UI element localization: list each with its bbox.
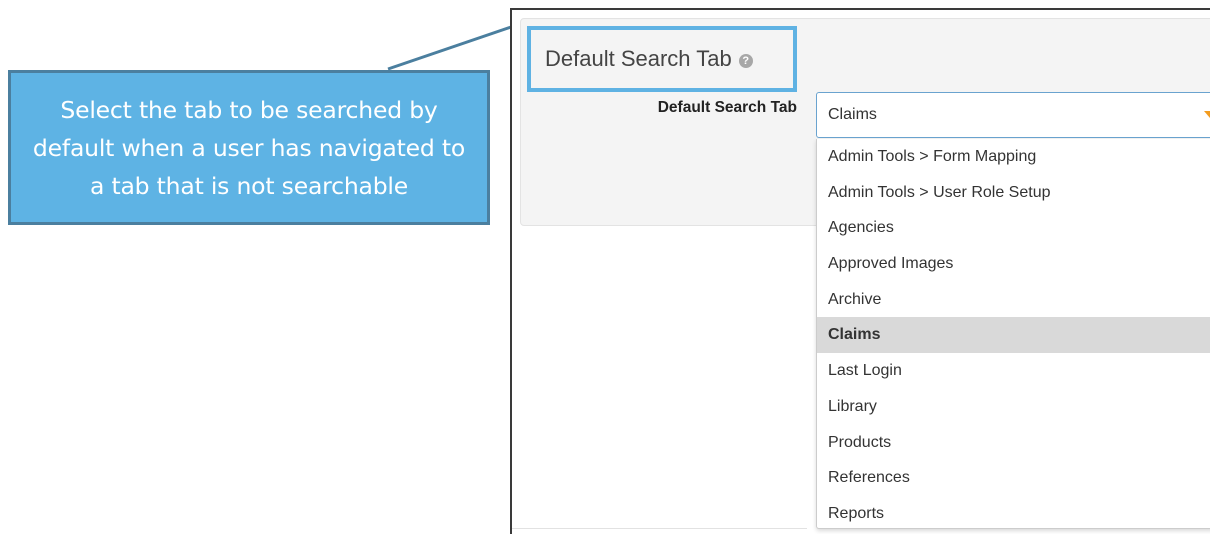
dropdown-option[interactable]: Admin Tools > User Role Setup [817,175,1210,211]
dropdown-option[interactable]: Last Login [817,353,1210,389]
divider [512,528,807,529]
caret-down-icon[interactable] [1204,111,1210,118]
callout-text: Select the tab to be searched by default… [32,95,466,200]
default-search-tab-select[interactable]: Claims [816,92,1210,138]
dropdown-option[interactable]: Admin Tools > Form Mapping [817,139,1210,175]
settings-card: Default Search Tab ? Default Search Tab … [520,18,1210,529]
select-value: Claims [828,106,877,123]
dropdown-option[interactable]: Library [817,389,1210,425]
help-icon[interactable]: ? [738,54,753,68]
section-title: Default Search Tab [545,46,732,71]
dropdown-option[interactable]: Products [817,425,1210,461]
default-search-tab-label: Default Search Tab [657,99,797,116]
callout-box: Select the tab to be searched by default… [8,70,490,225]
dropdown-option[interactable]: Approved Images [817,246,1210,282]
dropdown-list: Admin Tools > Form Mapping Admin Tools > … [816,139,1210,529]
section-title-highlight: Default Search Tab ? [527,26,797,92]
dropdown-option[interactable]: Reports [817,496,1210,532]
dropdown-option[interactable]: Claims [817,317,1210,354]
settings-panel: Default Search Tab ? Default Search Tab … [510,8,1210,534]
dropdown-option[interactable]: References [817,460,1210,496]
dropdown-option[interactable]: Archive [817,282,1210,318]
annotated-screenshot: Select the tab to be searched by default… [0,0,1210,534]
dropdown-option[interactable]: Agencies [817,210,1210,246]
